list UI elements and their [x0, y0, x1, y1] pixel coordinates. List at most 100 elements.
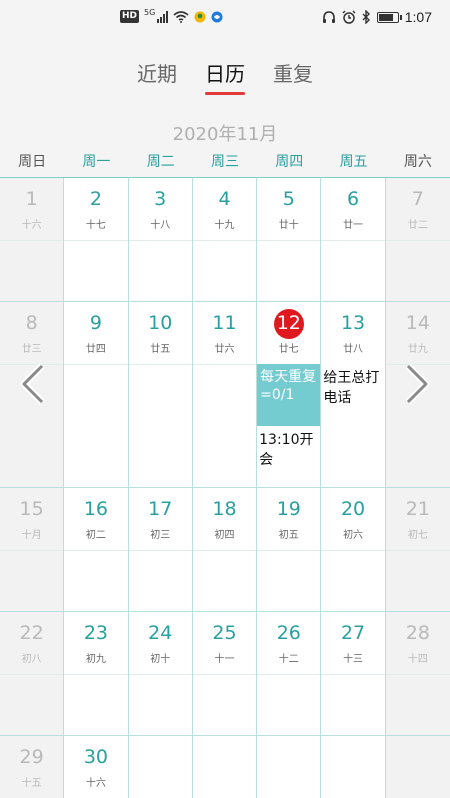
cell-divider — [321, 240, 385, 241]
lunar-date: 十二 — [278, 654, 299, 665]
lunar-date: 十三 — [343, 654, 364, 665]
day-cell[interactable]: 5 廿十 — [257, 178, 322, 301]
day-cell[interactable]: 10 廿五 — [128, 302, 193, 487]
day-number: 2 — [89, 188, 102, 210]
day-number: 19 — [276, 498, 301, 520]
day-cell[interactable]: 20 初六 — [321, 488, 386, 611]
day-cell[interactable]: 26 十二 — [257, 612, 322, 735]
day-cell[interactable]: 23 初九 — [64, 612, 129, 735]
day-cell[interactable]: 3 十八 — [128, 178, 193, 301]
weekday-mon: 周一 — [82, 154, 111, 170]
day-cell-today[interactable]: 12 廿七 每天重复=0/1 13:10开会 — [257, 302, 322, 487]
day-cell[interactable]: 16 初二 — [64, 488, 129, 611]
lunar-date: 初九 — [85, 654, 106, 665]
cell-divider — [257, 240, 321, 241]
day-number: 30 — [83, 746, 109, 768]
day-number: 20 — [340, 498, 366, 520]
day-number: 18 — [212, 498, 237, 520]
day-cell[interactable]: 18 初四 — [192, 488, 258, 611]
day-cell[interactable]: 21 初七 — [385, 488, 450, 611]
lunar-date: 廿五 — [150, 344, 171, 355]
tab-recent[interactable]: 近期 — [137, 58, 177, 93]
week-row: 22 初八 23 初九 24 初十 25 十一 26 十二 27 十三 28 十… — [0, 612, 450, 736]
day-cell[interactable]: 15 十月 — [0, 488, 65, 611]
next-month-button[interactable] — [400, 362, 434, 406]
cell-divider — [0, 674, 64, 675]
lunar-date: 初十 — [150, 654, 171, 665]
day-cell[interactable]: 28 十四 — [385, 612, 450, 735]
event-meeting[interactable]: 13:10开会 — [259, 430, 318, 470]
browser-notification-icon — [211, 11, 223, 22]
day-cell[interactable]: 1 十六 — [0, 178, 65, 301]
cell-divider — [128, 550, 192, 551]
week-row: 29 十五 30 十六 — [0, 736, 450, 798]
network-type: 5G — [144, 8, 156, 17]
cell-divider — [64, 240, 128, 241]
day-cell[interactable]: 9 廿四 — [64, 302, 129, 487]
cell-divider — [0, 240, 64, 241]
tab-repeat[interactable]: 重复 — [273, 58, 313, 93]
prev-month-button[interactable] — [16, 362, 50, 406]
weekday-header: 周日 周一 周二 周三 周四 周五 周六 — [0, 150, 450, 178]
day-cell[interactable]: 29 十五 — [0, 736, 65, 798]
day-number: 11 — [212, 312, 237, 334]
day-number: 16 — [83, 498, 109, 520]
day-number: 9 — [89, 312, 102, 334]
lunar-date: 廿二 — [407, 220, 428, 231]
cell-divider — [192, 674, 257, 675]
day-cell[interactable]: 6 廿一 — [321, 178, 386, 301]
empty-cell — [321, 736, 386, 798]
day-number: 1 — [25, 188, 38, 210]
day-cell[interactable]: 25 十一 — [192, 612, 258, 735]
empty-cell — [128, 736, 193, 798]
day-cell[interactable]: 7 廿二 — [385, 178, 450, 301]
day-cell[interactable]: 4 十九 — [192, 178, 258, 301]
day-cell[interactable]: 13 廿八 给王总打电话 — [321, 302, 386, 487]
week-row: 8 廿三 9 廿四 10 廿五 11 廿六 12 廿七 每天重复=0/1 13:… — [0, 302, 450, 488]
lunar-date: 初八 — [21, 654, 42, 665]
day-cell[interactable]: 30 十六 — [64, 736, 129, 798]
calendar-grid: 1 十六 2 十七 3 十八 4 十九 5 廿十 6 廿一 7 廿二 8 廿三 … — [0, 178, 450, 798]
cell-divider — [257, 674, 321, 675]
hd-badge: HD — [120, 10, 140, 23]
event-call-wang[interactable]: 给王总打电话 — [323, 368, 382, 408]
day-cell[interactable]: 2 十七 — [64, 178, 129, 301]
weekday-sun: 周日 — [18, 154, 47, 170]
cell-divider — [321, 674, 385, 675]
lunar-date: 廿三 — [21, 344, 42, 355]
day-cell[interactable]: 24 初十 — [128, 612, 193, 735]
day-number: 27 — [340, 622, 366, 644]
lunar-date: 廿八 — [343, 344, 364, 355]
lunar-date: 十六 — [21, 220, 42, 231]
lunar-date: 十七 — [85, 220, 106, 231]
day-number: 25 — [212, 622, 237, 644]
cell-divider — [321, 550, 385, 551]
view-tabs: 近期 日历 重复 — [0, 58, 450, 95]
cell-divider — [385, 550, 450, 551]
lunar-date: 廿九 — [407, 344, 428, 355]
status-bar: HD 5G 1:07 — [0, 0, 450, 36]
lunar-date: 十四 — [407, 654, 428, 665]
day-cell[interactable]: 22 初八 — [0, 612, 65, 735]
day-number: 24 — [148, 622, 173, 644]
lunar-date: 初三 — [150, 530, 171, 541]
cell-divider — [128, 364, 192, 365]
event-repeat-daily[interactable]: 每天重复=0/1 — [257, 364, 321, 426]
cell-divider — [128, 674, 192, 675]
day-number: 15 — [19, 498, 44, 520]
lunar-date: 十六 — [85, 778, 106, 789]
cell-divider — [192, 240, 257, 241]
alarm-icon — [342, 10, 356, 24]
day-cell[interactable]: 19 初五 — [257, 488, 322, 611]
day-number: 14 — [405, 312, 430, 334]
bluetooth-icon — [362, 10, 370, 24]
tab-calendar[interactable]: 日历 — [205, 58, 245, 95]
day-number: 4 — [218, 188, 231, 210]
empty-cell — [192, 736, 258, 798]
day-cell[interactable]: 11 廿六 — [192, 302, 258, 487]
day-cell[interactable]: 27 十三 — [321, 612, 386, 735]
app-notification-icon — [194, 11, 206, 22]
weekday-sat: 周六 — [403, 154, 432, 170]
lunar-date: 十一 — [214, 654, 235, 665]
day-cell[interactable]: 17 初三 — [128, 488, 193, 611]
